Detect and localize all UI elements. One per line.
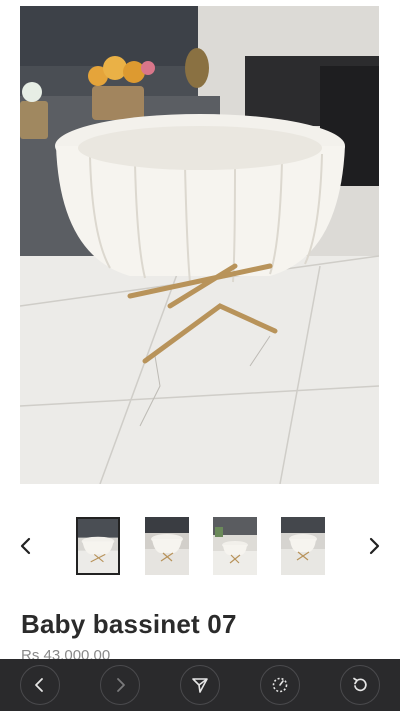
product-main-image[interactable] [20, 6, 379, 484]
forward-button[interactable] [100, 665, 140, 705]
progress-button[interactable] [260, 665, 300, 705]
back-arrow-icon [35, 678, 43, 692]
thumbnail-1[interactable] [76, 517, 120, 575]
back-button[interactable] [20, 665, 60, 705]
previous-image-button[interactable] [14, 534, 38, 558]
product-title: Baby bassinet 07 [21, 609, 237, 639]
refresh-button[interactable] [340, 665, 380, 705]
thumbnail-4[interactable] [281, 517, 325, 575]
progress-dial-icon [272, 677, 288, 693]
bottom-toolbar [0, 659, 400, 711]
thumbnail-strip [0, 510, 400, 582]
send-icon [192, 678, 208, 693]
thumbnail-2[interactable] [145, 517, 189, 575]
forward-arrow-icon [117, 678, 125, 692]
refresh-icon [353, 677, 367, 692]
chevron-right-icon [369, 537, 380, 555]
send-button[interactable] [180, 665, 220, 705]
thumbnail-3[interactable] [213, 517, 257, 575]
chevron-left-icon [20, 537, 31, 555]
next-image-button[interactable] [362, 534, 386, 558]
